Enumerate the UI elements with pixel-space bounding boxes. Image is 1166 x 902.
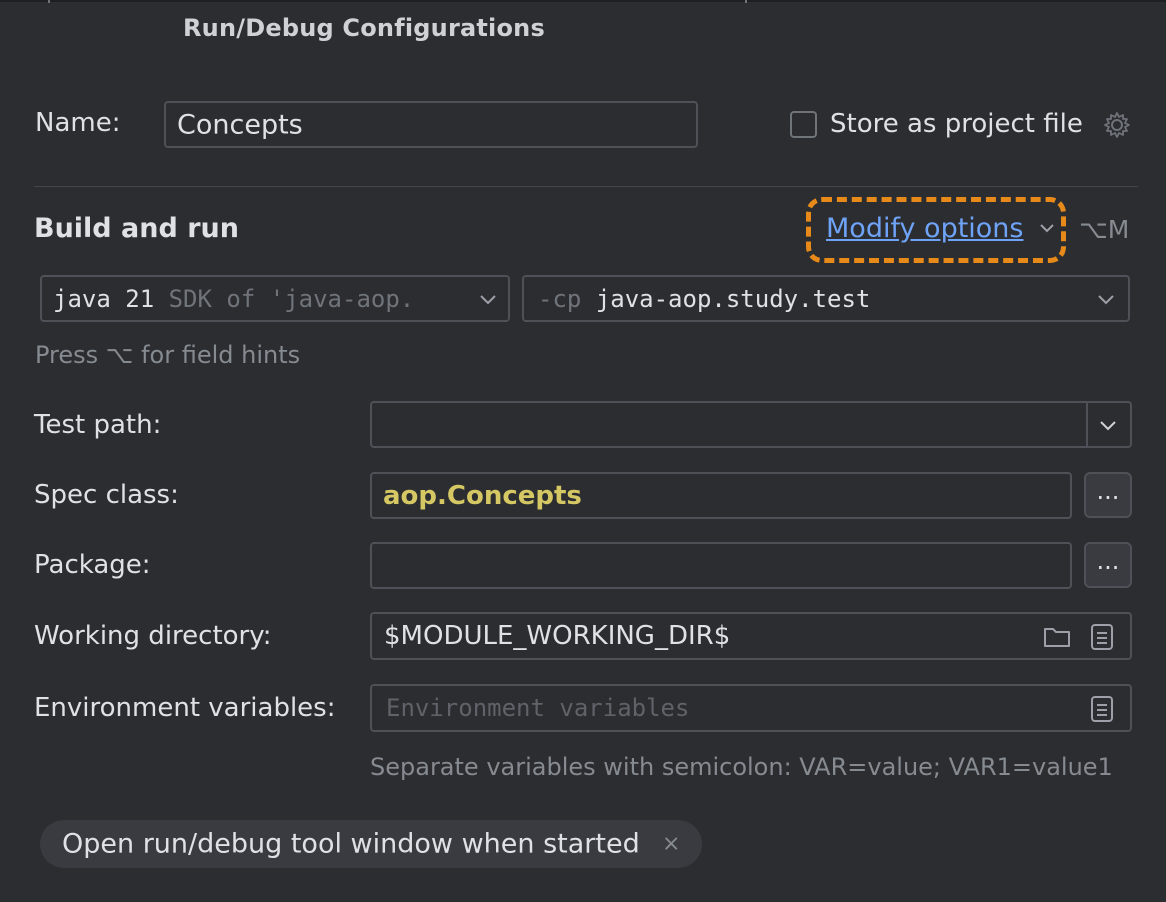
- environment-variables-label: Environment variables:: [34, 693, 336, 723]
- section-divider: [34, 186, 1138, 187]
- folder-icon[interactable]: [1042, 624, 1072, 650]
- working-directory-input[interactable]: $MODULE_WORKING_DIR$: [370, 612, 1132, 660]
- jdk-dropdown-area[interactable]: [472, 277, 508, 320]
- name-input[interactable]: Concepts: [164, 101, 698, 148]
- macros-list-icon[interactable]: [1090, 623, 1114, 651]
- package-input[interactable]: [370, 542, 1072, 589]
- jdk-detail: SDK of 'java-aop.: [168, 284, 415, 313]
- dropdown-separator: [1086, 403, 1088, 446]
- environment-variables-placeholder: Environment variables: [386, 694, 690, 722]
- modify-options-shortcut: ⌥M: [1079, 215, 1130, 244]
- classpath-module: java-aop.study.test: [595, 284, 871, 313]
- top-edge-mark: [48, 0, 50, 3]
- jdk-version: java 21: [53, 284, 155, 313]
- modify-options-link[interactable]: Modify options: [826, 213, 1024, 244]
- chevron-down-icon[interactable]: [1038, 221, 1056, 235]
- store-as-project-checkbox[interactable]: [790, 111, 817, 138]
- jdk-select[interactable]: java 21 SDK of 'java-aop.: [40, 275, 510, 322]
- close-icon[interactable]: ×: [662, 832, 680, 857]
- build-and-run-heading: Build and run: [34, 213, 239, 244]
- test-path-select[interactable]: [370, 401, 1132, 448]
- working-directory-value: $MODULE_WORKING_DIR$: [384, 621, 731, 651]
- package-label: Package:: [34, 550, 151, 580]
- name-value: Concepts: [177, 109, 303, 140]
- spec-class-value: aop.Concepts: [383, 480, 582, 511]
- environment-variables-input[interactable]: Environment variables: [370, 684, 1132, 732]
- gear-icon[interactable]: [1102, 110, 1132, 140]
- spec-class-input[interactable]: aop.Concepts: [370, 472, 1072, 519]
- field-hints-text: Press ⌥ for field hints: [35, 341, 301, 369]
- classpath-prefix: -cp: [538, 284, 582, 313]
- chevron-down-icon: [1098, 295, 1114, 305]
- classpath-module-select[interactable]: -cp java-aop.study.test: [522, 275, 1130, 322]
- environment-variables-hint: Separate variables with semicolon: VAR=v…: [370, 753, 1113, 781]
- store-as-project-label[interactable]: Store as project file: [830, 109, 1083, 139]
- chevron-down-icon: [480, 295, 496, 305]
- edit-variables-icon[interactable]: [1090, 695, 1114, 723]
- browse-spec-class-button[interactable]: ...: [1084, 472, 1132, 518]
- browse-package-button[interactable]: ...: [1084, 542, 1132, 588]
- name-label: Name:: [35, 108, 121, 138]
- open-tool-window-chip[interactable]: Open run/debug tool window when started …: [40, 820, 702, 868]
- chip-label: Open run/debug tool window when started: [62, 828, 640, 860]
- spec-class-label: Spec class:: [34, 480, 179, 510]
- dialog-title: Run/Debug Configurations: [183, 14, 545, 42]
- working-directory-label: Working directory:: [34, 621, 272, 651]
- test-path-label: Test path:: [34, 410, 162, 440]
- chevron-down-icon[interactable]: [1098, 417, 1118, 433]
- window-top-edge: [0, 0, 1166, 2]
- top-edge-mark: [745, 0, 747, 3]
